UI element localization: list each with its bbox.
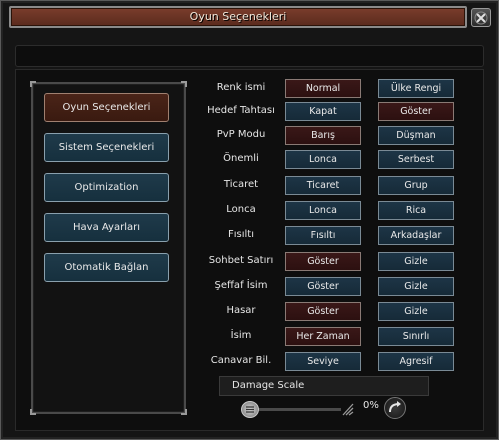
option-button-b[interactable]: Sınırlı bbox=[378, 327, 454, 346]
option-button-b[interactable]: Düşman bbox=[378, 126, 454, 145]
option-button-a[interactable]: Fısıltı bbox=[285, 226, 361, 245]
option-button-b[interactable]: Rica bbox=[378, 201, 454, 220]
option-button-b[interactable]: Gizle bbox=[378, 252, 454, 271]
option-label: Fısıltı bbox=[228, 229, 254, 240]
option-button-a[interactable]: Normal bbox=[285, 79, 361, 98]
option-label: Lonca bbox=[226, 204, 256, 215]
option-label: Hasar bbox=[226, 305, 256, 316]
option-button-b[interactable]: Arkadaşlar bbox=[378, 226, 454, 245]
option-button-a[interactable]: Göster bbox=[285, 252, 361, 271]
close-button[interactable] bbox=[471, 8, 491, 27]
option-button-a[interactable]: Göster bbox=[285, 277, 361, 296]
option-button-b[interactable]: Gizle bbox=[378, 277, 454, 296]
option-label: Hedef Tahtası bbox=[207, 105, 275, 116]
option-button-a[interactable]: Seviye bbox=[285, 352, 361, 371]
sidebar-panel bbox=[30, 81, 187, 415]
option-button-a[interactable]: Lonca bbox=[285, 150, 361, 169]
option-button-b[interactable]: Göster bbox=[378, 102, 454, 121]
refresh-button[interactable] bbox=[384, 397, 406, 419]
close-icon bbox=[474, 11, 488, 24]
options-window: Oyun Seçenekleri Oyun Seçenekleri Sistem … bbox=[0, 0, 499, 440]
option-label: Ticaret bbox=[223, 179, 259, 190]
option-label: Renk ismi bbox=[216, 82, 266, 93]
sidebar-item-1[interactable]: Sistem Seçenekleri bbox=[44, 133, 169, 162]
damage-scale-slider[interactable] bbox=[241, 401, 355, 418]
slider-knob-icon[interactable] bbox=[241, 401, 259, 418]
top-bar bbox=[15, 45, 484, 67]
sidebar-item-2[interactable]: Optimization bbox=[44, 173, 169, 202]
damage-scale-value: 0% bbox=[363, 400, 379, 411]
option-label: Şeffaf İsim bbox=[214, 280, 268, 291]
slider-end-icon bbox=[342, 403, 354, 416]
corner-ornament bbox=[30, 409, 36, 415]
option-button-a[interactable]: Lonca bbox=[285, 201, 361, 220]
option-label: PvP Modu bbox=[216, 129, 266, 140]
window-title: Oyun Seçenekleri bbox=[189, 10, 287, 23]
corner-ornament bbox=[181, 81, 187, 87]
option-button-b[interactable]: Grup bbox=[378, 176, 454, 195]
slider-rail[interactable] bbox=[259, 408, 341, 411]
option-button-a[interactable]: Barış bbox=[285, 126, 361, 145]
title-bar[interactable]: Oyun Seçenekleri bbox=[9, 6, 467, 28]
corner-ornament bbox=[181, 409, 187, 415]
option-button-b[interactable]: Gizle bbox=[378, 302, 454, 321]
refresh-arrow-icon bbox=[389, 401, 401, 413]
corner-ornament bbox=[30, 81, 36, 87]
sidebar-item-4[interactable]: Otomatik Bağlan bbox=[44, 253, 169, 282]
option-button-a[interactable]: Her Zaman bbox=[285, 327, 361, 346]
sidebar-item-3[interactable]: Hava Ayarları bbox=[44, 213, 169, 242]
option-button-a[interactable]: Ticaret bbox=[285, 176, 361, 195]
option-button-b[interactable]: Ülke Rengi bbox=[378, 79, 454, 98]
option-button-b[interactable]: Agresif bbox=[378, 352, 454, 371]
option-button-a[interactable]: Kapat bbox=[285, 102, 361, 121]
option-button-a[interactable]: Göster bbox=[285, 302, 361, 321]
option-button-b[interactable]: Serbest bbox=[378, 150, 454, 169]
sidebar-item-0[interactable]: Oyun Seçenekleri bbox=[44, 93, 169, 122]
option-label: Sohbet Satırı bbox=[208, 255, 274, 266]
damage-scale-label: Damage Scale bbox=[219, 376, 429, 396]
option-label: Önemli bbox=[223, 153, 259, 164]
option-label: Canavar Bil. bbox=[210, 355, 272, 366]
option-label: İsim bbox=[230, 330, 252, 341]
